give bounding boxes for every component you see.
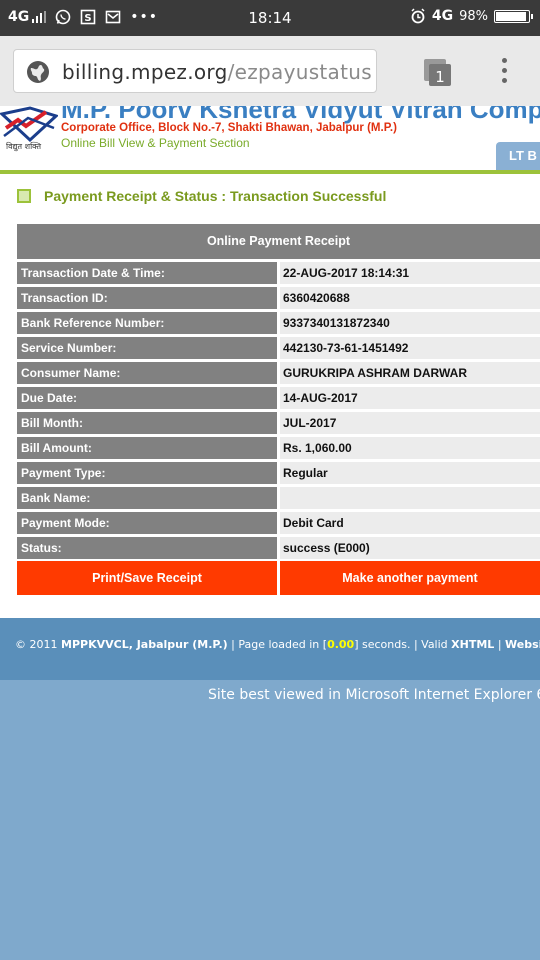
receipt-row-label: Bill Month:: [17, 412, 277, 434]
tab-switcher-button[interactable]: 1: [422, 57, 454, 89]
tab-lt-billing[interactable]: LT B: [496, 142, 540, 170]
receipt-row: Payment Type: Regular: [17, 462, 540, 484]
globe-icon: [27, 61, 49, 83]
receipt-row: Status: success (E000): [17, 537, 540, 559]
best-viewed-note: Site best viewed in Microsoft Internet E…: [208, 687, 540, 703]
status-bullet-icon: [17, 189, 31, 203]
receipt-row-label: Status:: [17, 537, 277, 559]
network-type-right: 4G: [431, 8, 454, 24]
footer-load-time: 0.00: [327, 638, 355, 651]
receipt-row-value: 442130-73-61-1451492: [280, 337, 540, 359]
receipt-row: Service Number: 442130-73-61-1451492: [17, 337, 540, 359]
receipt-row-label: Service Number:: [17, 337, 277, 359]
receipt-row-value: success (E000): [280, 537, 540, 559]
receipt-row-label: Bill Amount:: [17, 437, 277, 459]
web-page: विद्युत शक्ति M.P. Poorv Kshetra Vidyut …: [0, 106, 540, 960]
receipt-row: Payment Mode: Debit Card: [17, 512, 540, 534]
browser-toolbar: billing.mpez.org/ezpayustatus 1: [0, 36, 540, 106]
site-header: विद्युत शक्ति M.P. Poorv Kshetra Vidyut …: [0, 106, 540, 170]
footer-loaded-suffix: ] seconds. | Valid: [354, 638, 448, 651]
receipt-row-value: Regular: [280, 462, 540, 484]
receipt-title: Online Payment Receipt: [17, 224, 540, 259]
footer-separator: |: [497, 638, 502, 651]
tab-count: 1: [435, 68, 445, 86]
receipt-row: Bank Reference Number: 9337340131872340: [17, 312, 540, 334]
alarm-icon: [411, 8, 425, 24]
footer-xhtml-link[interactable]: XHTML: [451, 638, 494, 651]
receipt-row-label: Transaction Date & Time:: [17, 262, 277, 284]
receipt-table: Online Payment Receipt Transaction Date …: [17, 224, 540, 595]
receipt-row-label: Consumer Name:: [17, 362, 277, 384]
receipt-row-value: 6360420688: [280, 287, 540, 309]
footer-org: MPPKVVCL, Jabalpur (M.P.): [61, 638, 228, 651]
url-path: /ezpayustatus: [227, 60, 372, 84]
footer-loaded-prefix: | Page loaded in [: [231, 638, 328, 651]
section-title: Online Bill View & Payment Section: [61, 136, 250, 150]
footer-text: © 2011 MPPKVVCL, Jabalpur (M.P.) | Page …: [15, 638, 540, 651]
receipt-row-value: 9337340131872340: [280, 312, 540, 334]
receipt-row-value: Debit Card: [280, 512, 540, 534]
logo-caption: विद्युत शक्ति: [6, 142, 42, 151]
receipt-row-label: Payment Mode:: [17, 512, 277, 534]
status-bar: 4G S ••• 18:14 4G 98%: [0, 0, 540, 36]
receipt-row: Bill Amount: Rs. 1,060.00: [17, 437, 540, 459]
receipt-row-label: Payment Type:: [17, 462, 277, 484]
make-another-payment-button[interactable]: Make another payment: [280, 561, 540, 595]
payment-status-text: Payment Receipt & Status : Transaction S…: [44, 188, 387, 204]
receipt-row: Transaction ID: 6360420688: [17, 287, 540, 309]
payment-status-heading: Payment Receipt & Status : Transaction S…: [17, 188, 386, 204]
print-save-receipt-button[interactable]: Print/Save Receipt: [17, 561, 277, 595]
receipt-row-value: 22-AUG-2017 18:14:31: [280, 262, 540, 284]
address-bar[interactable]: billing.mpez.org/ezpayustatus: [13, 49, 377, 93]
receipt-row-label: Bank Reference Number:: [17, 312, 277, 334]
receipt-row: Due Date: 14-AUG-2017: [17, 387, 540, 409]
receipt-row: Bill Month: JUL-2017: [17, 412, 540, 434]
receipt-row: Transaction Date & Time: 22-AUG-2017 18:1…: [17, 262, 540, 284]
receipt-row: Consumer Name: GURUKRIPA ASHRAM DARWAR: [17, 362, 540, 384]
battery-fill: [496, 11, 526, 21]
battery-percent: 98%: [459, 8, 488, 24]
footer-website-link[interactable]: Website S: [505, 638, 540, 651]
receipt-row-label: Bank Name:: [17, 487, 277, 509]
url-text: billing.mpez.org/ezpayustatus: [62, 60, 372, 84]
status-bar-right: 4G 98%: [410, 8, 533, 24]
receipt-row: Bank Name:: [17, 487, 540, 509]
receipt-row-value: JUL-2017: [280, 412, 540, 434]
receipt-rows: Transaction Date & Time: 22-AUG-2017 18:1…: [17, 262, 540, 559]
footer-copyright: © 2011: [15, 638, 58, 651]
overflow-menu-button[interactable]: [500, 58, 508, 86]
receipt-row-value: [280, 487, 540, 509]
main-content: Payment Receipt & Status : Transaction S…: [0, 174, 540, 618]
battery-icon: [494, 9, 533, 23]
site-footer: © 2011 MPPKVVCL, Jabalpur (M.P.) | Page …: [0, 618, 540, 680]
receipt-actions: Print/Save Receipt Make another payment: [17, 561, 540, 595]
tabs-icon: 1: [424, 59, 451, 86]
receipt-row-label: Due Date:: [17, 387, 277, 409]
receipt-row-label: Transaction ID:: [17, 287, 277, 309]
url-host: billing.mpez.org: [62, 60, 228, 84]
company-address: Corporate Office, Block No.-7, Shakti Bh…: [61, 122, 397, 134]
receipt-row-value: Rs. 1,060.00: [280, 437, 540, 459]
receipt-row-value: 14-AUG-2017: [280, 387, 540, 409]
receipt-row-value: GURUKRIPA ASHRAM DARWAR: [280, 362, 540, 384]
